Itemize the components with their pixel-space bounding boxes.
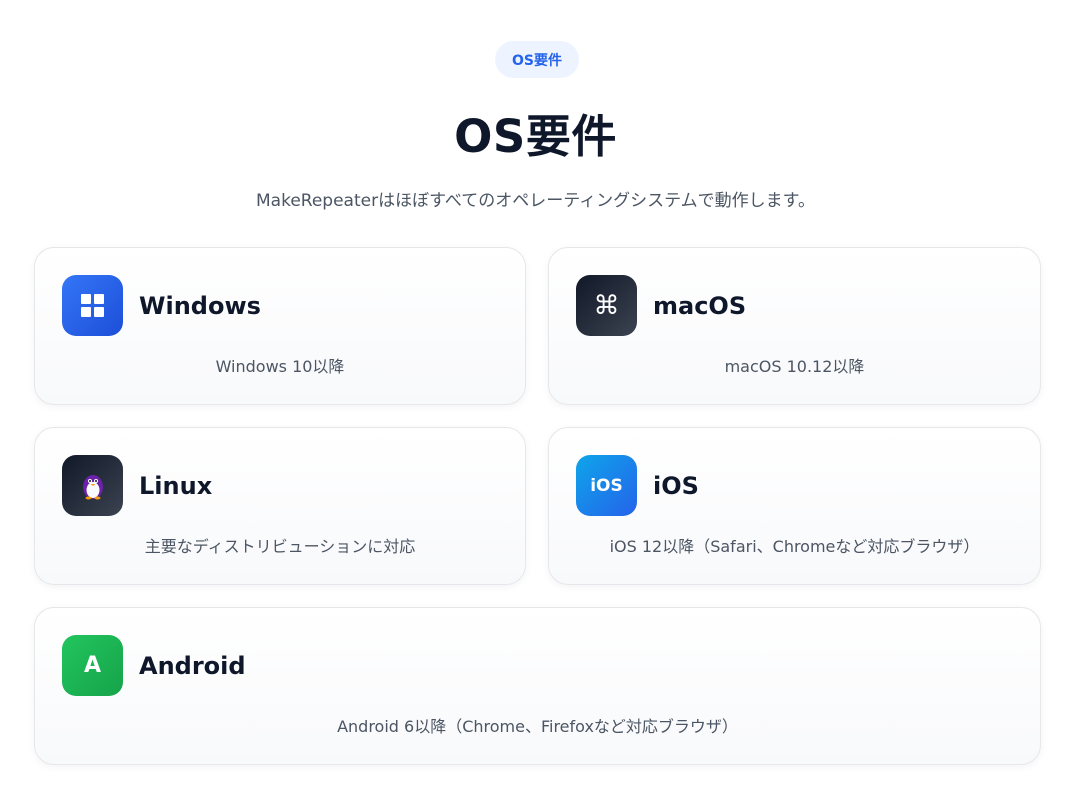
section-title: OS要件 bbox=[454, 110, 617, 163]
card-description: iOS 12以降（Safari、Chromeなど対応ブラウザ） bbox=[609, 537, 980, 556]
card-description: macOS 10.12以降 bbox=[724, 357, 865, 376]
card-header: A Android bbox=[62, 635, 246, 696]
os-card-ios: iOS iOS iOS 12以降（Safari、Chromeなど対応ブラウザ） bbox=[548, 427, 1041, 585]
section-subtitle: MakeRepeaterはほぼすべてのオペレーティングシステムで動作します。 bbox=[256, 191, 815, 211]
command-key-icon: ⌘ bbox=[576, 275, 637, 336]
card-title: Windows bbox=[139, 291, 261, 320]
penguin-icon bbox=[62, 455, 123, 516]
windows-logo-icon bbox=[62, 275, 123, 336]
card-header: Windows bbox=[62, 275, 261, 336]
android-icon: A bbox=[62, 635, 123, 696]
card-description: 主要なディストリビューションに対応 bbox=[144, 537, 416, 556]
os-card-macos: ⌘ macOS macOS 10.12以降 bbox=[548, 247, 1041, 405]
card-title: macOS bbox=[653, 291, 747, 320]
os-card-windows: Windows Windows 10以降 bbox=[34, 247, 526, 405]
card-header: Linux bbox=[62, 455, 212, 516]
card-header: iOS iOS bbox=[576, 455, 699, 516]
card-title: iOS bbox=[653, 471, 699, 500]
os-card-linux: Linux 主要なディストリビューションに対応 bbox=[34, 427, 526, 585]
os-requirements-section: OS要件 OS要件 MakeRepeaterはほぼすべてのオペレーティングシステ… bbox=[0, 0, 1071, 793]
card-description: Android 6以降（Chrome、Firefoxなど対応ブラウザ） bbox=[337, 717, 738, 736]
card-header: ⌘ macOS bbox=[576, 275, 746, 336]
card-title: Android bbox=[139, 651, 246, 680]
os-card-android: A Android Android 6以降（Chrome、Firefoxなど対応… bbox=[34, 607, 1041, 765]
card-description: Windows 10以降 bbox=[215, 357, 345, 376]
card-title: Linux bbox=[139, 471, 213, 500]
ios-icon: iOS bbox=[576, 455, 637, 516]
section-badge: OS要件 bbox=[495, 41, 579, 78]
